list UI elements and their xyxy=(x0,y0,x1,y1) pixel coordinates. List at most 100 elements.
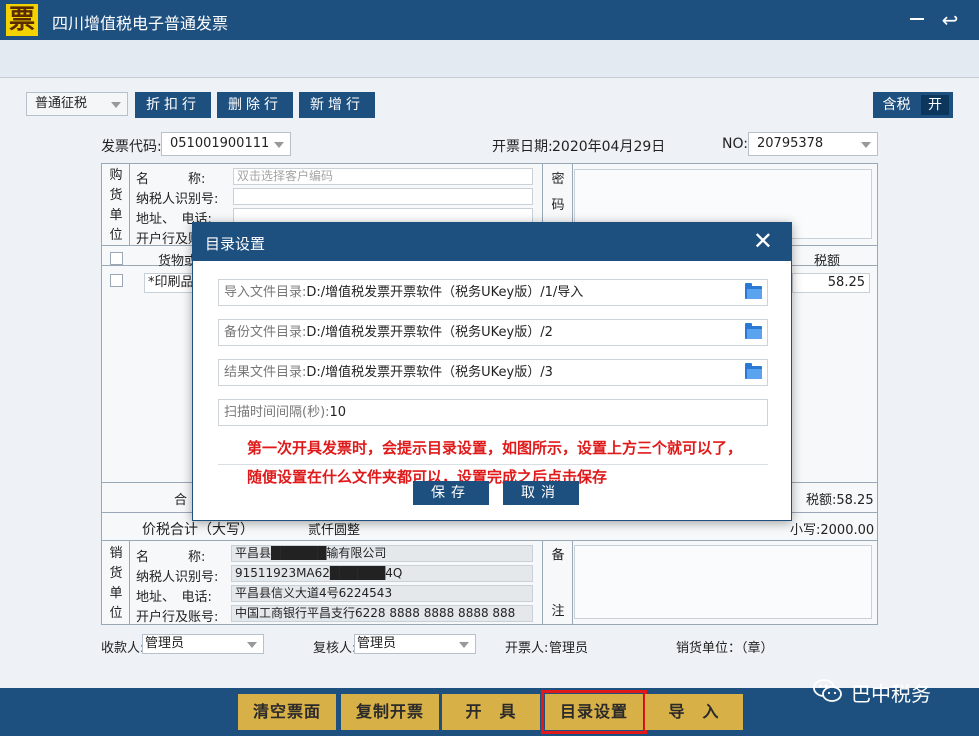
tax-inclusive-label: 含税 xyxy=(882,97,911,113)
buyer-side-label-3: 单 xyxy=(109,208,123,223)
issue-invoice-button[interactable]: 开 具 xyxy=(442,694,540,730)
invoice-date-value: 2020年04月29日 xyxy=(552,139,666,155)
chevron-down-icon xyxy=(274,142,284,148)
wechat-icon xyxy=(813,679,842,702)
buyer-side-label-2: 货 xyxy=(109,188,123,203)
buyer-side-label-4: 位 xyxy=(109,228,123,243)
item-tax-cell[interactable]: 58.25 xyxy=(792,273,870,293)
reviewer-value: 管理员 xyxy=(357,636,397,651)
import-dir-label: 导入文件目录: xyxy=(224,285,307,300)
remark-label-1: 备 xyxy=(551,548,565,563)
copy-invoice-button[interactable]: 复制开票 xyxy=(341,694,439,730)
payee-select[interactable]: 管理员 xyxy=(142,634,264,654)
remark-label-2: 注 xyxy=(551,604,565,619)
sub-bar xyxy=(0,40,979,78)
invoice-code-select[interactable]: 051001900111 xyxy=(161,132,291,156)
invoice-no-select[interactable]: 20795378 xyxy=(748,132,878,156)
minimize-icon[interactable] xyxy=(910,18,924,20)
payee-label: 收款人: xyxy=(101,641,145,656)
import-dir-value: D:/增值税发票开票软件（税务UKey版）/1/导入 xyxy=(306,285,584,300)
tax-total: 税额:58.25 xyxy=(806,493,874,508)
seller-seal-label: 销货单位：（章） xyxy=(676,641,774,656)
dialog-title: 目录设置 xyxy=(205,235,266,253)
buyer-taxid-label: 纳税人识别号: xyxy=(136,192,219,207)
seller-name-value: 平昌县██████输有限公司 xyxy=(231,545,533,562)
result-dir-value: D:/增值税发票开票软件（税务UKey版）/3 xyxy=(306,365,553,380)
tax-type-select[interactable]: 普通征税 xyxy=(26,92,128,116)
seller-address-label: 地址、 电话: xyxy=(136,590,212,605)
buyer-name-label: 名 称: xyxy=(136,172,206,187)
seller-address-value: 平昌县信义大道4号6224543 xyxy=(231,585,533,602)
discount-row-button[interactable]: 折扣行 xyxy=(135,92,211,118)
cipher-label-1: 密 xyxy=(551,172,565,187)
scan-interval-field[interactable]: 扫描时间间隔(秒):10 xyxy=(218,399,768,426)
backup-dir-value: D:/增值税发票开票软件（税务UKey版）/2 xyxy=(306,325,553,340)
chevron-down-icon xyxy=(861,142,871,148)
seller-side-label-4: 位 xyxy=(109,606,123,621)
invoice-no-label: NO: xyxy=(722,136,748,152)
backup-dir-label: 备份文件目录: xyxy=(224,325,307,340)
row-checkbox[interactable] xyxy=(110,274,123,287)
title-bar: 票 四川增值税电子普通发票 ↩ xyxy=(0,0,979,40)
remark-area[interactable] xyxy=(574,545,872,619)
subtotal-label: 合 xyxy=(174,493,188,508)
tax-inclusive-toggle[interactable]: 含税 开 xyxy=(873,92,953,118)
invoice-date-label: 开票日期: xyxy=(492,139,553,155)
result-dir-field[interactable]: 结果文件目录:D:/增值税发票开票软件（税务UKey版）/3 xyxy=(218,359,768,386)
directory-settings-button[interactable]: 目录设置 xyxy=(541,690,647,734)
result-dir-label: 结果文件目录: xyxy=(224,365,307,380)
app-logo: 票 xyxy=(6,4,38,36)
clear-invoice-button[interactable]: 清空票面 xyxy=(238,694,336,730)
window-title: 四川增值税电子普通发票 xyxy=(52,14,229,33)
cancel-button[interactable]: 取消 xyxy=(503,481,579,505)
watermark-text: 巴中税务 xyxy=(851,682,931,706)
reviewer-label: 复核人: xyxy=(313,641,357,656)
grand-total-lower: 小写:2000.00 xyxy=(790,523,875,538)
tax-column-header: 税额 xyxy=(814,254,841,269)
seller-side-label-2: 货 xyxy=(109,566,123,581)
backup-dir-field[interactable]: 备份文件目录:D:/增值税发票开票软件（税务UKey版）/2 xyxy=(218,319,768,346)
payee-value: 管理员 xyxy=(145,636,185,651)
delete-row-button[interactable]: 删除行 xyxy=(217,92,293,118)
chevron-down-icon xyxy=(111,102,121,108)
import-dir-field[interactable]: 导入文件目录:D:/增值税发票开票软件（税务UKey版）/1/导入 xyxy=(218,279,768,306)
select-all-checkbox[interactable] xyxy=(110,252,123,265)
seller-bank-value: 中国工商银行平昌支行6228 8888 8888 8888 888 xyxy=(231,605,533,622)
add-row-button[interactable]: 新增行 xyxy=(299,92,375,118)
grand-total-label: 价税合计（大写） xyxy=(142,522,254,538)
folder-icon[interactable] xyxy=(745,283,762,299)
invoice-code-value: 051001900111 xyxy=(170,136,270,151)
chevron-down-icon xyxy=(247,642,257,648)
cipher-label-2: 码 xyxy=(551,198,565,213)
buyer-taxid-input[interactable] xyxy=(233,188,533,205)
save-button[interactable]: 保存 xyxy=(413,481,489,505)
tax-inclusive-switch[interactable]: 开 xyxy=(921,95,949,115)
drawer-label: 开票人: xyxy=(505,641,549,656)
seller-side-label-3: 单 xyxy=(109,586,123,601)
tax-type-value: 普通征税 xyxy=(35,96,88,111)
folder-icon[interactable] xyxy=(745,323,762,339)
directory-settings-dialog: 目录设置 ✕ 导入文件目录:D:/增值税发票开票软件（税务UKey版）/1/导入… xyxy=(192,222,792,521)
annotation-line-1: 第一次开具发票时，会提示目录设置，如图所示，设置上方三个就可以了， xyxy=(247,439,743,457)
buyer-side-label-1: 购 xyxy=(109,168,123,183)
buyer-name-input[interactable]: 双击选择客户编码 xyxy=(233,168,533,185)
drawer-value: 管理员 xyxy=(549,641,589,656)
dialog-header: 目录设置 ✕ xyxy=(193,223,791,261)
seller-name-label: 名 称: xyxy=(136,550,206,565)
dialog-divider xyxy=(218,464,768,465)
close-icon[interactable]: ✕ xyxy=(753,227,773,255)
back-icon[interactable]: ↩ xyxy=(938,8,962,32)
grand-total-upper: 贰仟圆整 xyxy=(308,523,361,538)
wechat-watermark: 巴中税务 xyxy=(813,672,973,712)
seller-taxid-label: 纳税人识别号: xyxy=(136,570,219,585)
seller-bank-label: 开户行及账号: xyxy=(136,610,219,625)
invoice-no-value: 20795378 xyxy=(757,136,824,151)
folder-icon[interactable] xyxy=(745,363,762,379)
scan-interval-value: 10 xyxy=(329,405,347,420)
reviewer-select[interactable]: 管理员 xyxy=(354,634,476,654)
seller-side-label-1: 销 xyxy=(109,546,123,561)
chevron-down-icon xyxy=(459,642,469,648)
import-button[interactable]: 导 入 xyxy=(645,694,743,730)
scan-interval-label: 扫描时间间隔(秒): xyxy=(224,405,330,420)
invoice-code-label: 发票代码: xyxy=(101,139,162,155)
